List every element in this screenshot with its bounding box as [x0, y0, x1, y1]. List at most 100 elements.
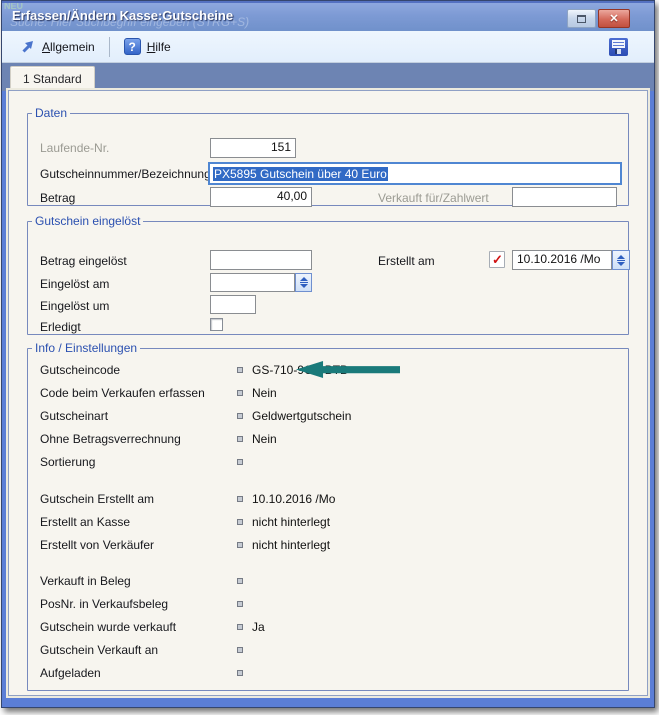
erledigt-label: Erledigt: [40, 320, 81, 334]
titlebar[interactable]: NEU Suche: Hier Suchbegriff eingeben (ST…: [2, 1, 654, 31]
group-info-legend: Info / Einstellungen: [32, 341, 140, 355]
info-row-label: Verkauft in Beleg: [40, 574, 237, 589]
spinner-up-icon: [300, 277, 308, 281]
group-daten: Daten Laufende-Nr. 151 Gutscheinnummer/B…: [27, 106, 629, 206]
info-row: Ohne Betragsverrechnung Nein: [40, 432, 628, 455]
save-button[interactable]: [609, 38, 628, 56]
floppy-label: [612, 40, 625, 48]
laufende-nr-input[interactable]: 151: [210, 138, 296, 158]
spinner-bar: [300, 282, 308, 283]
eingeloest-um-label: Eingelöst um: [40, 299, 109, 313]
allgemein-label: Allgemein: [42, 40, 95, 54]
eingeloest-am-label: Eingelöst am: [40, 277, 109, 291]
erstellt-am-input[interactable]: 10.10.2016 /Mo: [512, 250, 612, 270]
bullet-icon: [237, 496, 243, 502]
tabstrip: 1 Standard: [2, 63, 654, 91]
verkauft-fuer-input[interactable]: [512, 187, 617, 207]
group-eingeloest: Gutschein eingelöst Betrag eingelöst Ein…: [27, 214, 629, 335]
info-row: Gutschein wurde verkauft Ja: [40, 620, 628, 643]
info-row: Erstellt von Verkäufer nicht hinterlegt: [40, 538, 628, 561]
erledigt-checkbox[interactable]: [210, 318, 223, 331]
group-daten-legend: Daten: [32, 106, 70, 120]
verkauft-fuer-label: Verkauft für/Zahlwert: [378, 191, 489, 205]
info-row-label: Gutschein Erstellt am: [40, 492, 237, 507]
info-row-value: Nein: [252, 432, 277, 447]
info-row-value: nicht hinterlegt: [252, 515, 330, 530]
floppy-shutter: [615, 49, 621, 54]
spinner-down-icon: [300, 284, 308, 288]
info-rows: Gutscheincode GS-710-9CA-BTB Code beim V…: [28, 363, 628, 689]
info-row-label: Erstellt an Kasse: [40, 515, 237, 530]
bullet-icon: [237, 459, 243, 465]
up-right-arrow-icon: [20, 39, 36, 55]
info-row: Aufgeladen: [40, 666, 628, 689]
bullet-icon: [237, 390, 243, 396]
eingeloest-um-input[interactable]: [210, 295, 256, 314]
erstellt-am-spinner[interactable]: [612, 250, 630, 270]
bullet-icon: [237, 578, 243, 584]
eingeloest-am-input[interactable]: [210, 273, 295, 292]
info-row-label: Gutscheincode: [40, 363, 237, 378]
dialog-window: NEU Suche: Hier Suchbegriff eingeben (ST…: [1, 0, 655, 708]
info-row: Gutschein Verkauft an: [40, 643, 628, 666]
toolbar: Allgemein ? Hilfe: [2, 31, 654, 63]
tab-standard[interactable]: 1 Standard: [10, 66, 95, 91]
info-row-value: Ja: [252, 620, 265, 635]
selected-text: PX5895 Gutschein über 40 Euro: [213, 167, 388, 181]
info-row-label: Gutschein Verkauft an: [40, 643, 237, 658]
info-row: Erstellt an Kasse nicht hinterlegt: [40, 515, 628, 538]
bullet-icon: [237, 624, 243, 630]
close-icon: ✕: [609, 12, 618, 25]
bullet-icon: [237, 647, 243, 653]
info-row-label: Erstellt von Verkäufer: [40, 538, 237, 553]
group-info: Info / Einstellungen Gutscheincode GS-71…: [27, 341, 629, 691]
info-spacer: [40, 478, 628, 492]
info-row-value: Nein: [252, 386, 277, 401]
betrag-eingeloest-input[interactable]: [210, 250, 312, 270]
hilfe-button[interactable]: ? Hilfe: [118, 35, 177, 58]
info-row-value: 10.10.2016 /Mo: [252, 492, 335, 507]
info-spacer: [40, 561, 628, 574]
close-button[interactable]: ✕: [598, 9, 630, 28]
info-row: Gutschein Erstellt am 10.10.2016 /Mo: [40, 492, 628, 515]
betrag-eingeloest-label: Betrag eingelöst: [40, 254, 127, 268]
bullet-icon: [237, 367, 243, 373]
info-row-value: nicht hinterlegt: [252, 538, 330, 553]
spinner-up-icon: [617, 255, 625, 259]
toolbar-separator: [109, 37, 110, 57]
info-row-label: PosNr. in Verkaufsbeleg: [40, 597, 237, 612]
bullet-icon: [237, 413, 243, 419]
client-area: Daten Laufende-Nr. 151 Gutscheinnummer/B…: [9, 91, 647, 695]
spinner-bar: [617, 260, 625, 261]
bullet-icon: [237, 436, 243, 442]
bullet-icon: [237, 542, 243, 548]
info-row: Gutscheinart Geldwertgutschein: [40, 409, 628, 432]
betrag-input[interactable]: 40,00: [210, 187, 312, 207]
bullet-icon: [237, 519, 243, 525]
info-row-label: Ohne Betragsverrechnung: [40, 432, 237, 447]
spinner-down-icon: [617, 262, 625, 266]
date-check-icon[interactable]: [489, 251, 505, 268]
info-row: Gutscheincode GS-710-9CA-BTB: [40, 363, 628, 386]
info-row-label: Sortierung: [40, 455, 237, 470]
group-eingeloest-legend: Gutschein eingelöst: [32, 214, 143, 228]
window-title: Erfassen/Ändern Kasse:Gutscheine: [12, 8, 233, 23]
info-row: Code beim Verkaufen erfassen Nein: [40, 386, 628, 409]
laufende-nr-label: Laufende-Nr.: [40, 141, 109, 155]
info-row: Sortierung: [40, 455, 628, 478]
betrag-label: Betrag: [40, 191, 75, 205]
hilfe-label: Hilfe: [147, 40, 171, 54]
info-row-label: Gutscheinart: [40, 409, 237, 424]
restore-button[interactable]: [567, 9, 596, 28]
allgemein-button[interactable]: Allgemein: [14, 36, 101, 58]
bullet-icon: [237, 601, 243, 607]
bullet-icon: [237, 670, 243, 676]
erstellt-am-label: Erstellt am: [378, 254, 435, 268]
eingeloest-am-spinner[interactable]: [295, 273, 312, 292]
info-row: Verkauft in Beleg: [40, 574, 628, 597]
info-row: PosNr. in Verkaufsbeleg: [40, 597, 628, 620]
gutscheinnummer-input[interactable]: PX5895 Gutschein über 40 Euro: [208, 162, 622, 185]
info-row-label: Gutschein wurde verkauft: [40, 620, 237, 635]
gutscheinnummer-label: Gutscheinnummer/Bezeichnung: [40, 167, 211, 181]
restore-icon: [577, 15, 586, 23]
